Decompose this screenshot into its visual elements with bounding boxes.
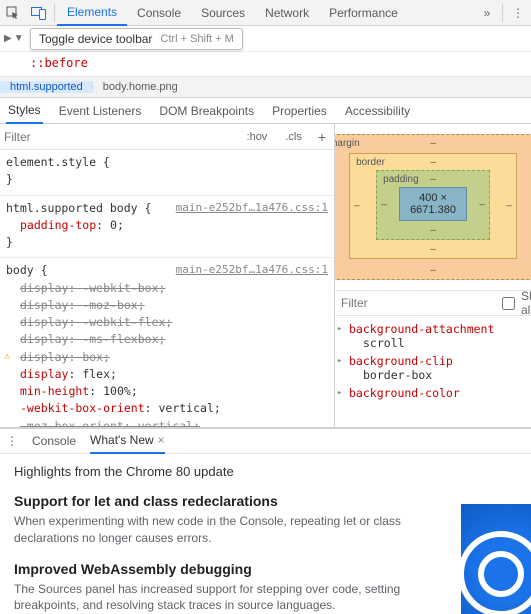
rule-selector[interactable]: body { — [6, 262, 48, 279]
kebab-menu-icon[interactable]: ⋮ — [505, 6, 531, 20]
tab-network[interactable]: Network — [255, 0, 319, 26]
styles-split: :hov .cls + element.style {}html.support… — [0, 124, 531, 428]
dom-pseudo-line[interactable]: ::before — [0, 52, 531, 76]
main-toolbar: Elements Console Sources Network Perform… — [0, 0, 531, 26]
computed-property[interactable]: ▸background-attachmentscroll — [335, 320, 531, 352]
declaration[interactable]: -webkit-box-orient: vertical; — [6, 400, 328, 417]
section-title[interactable]: Improved WebAssembly debugging — [14, 561, 517, 577]
separator — [502, 4, 503, 22]
hero-illustration — [461, 504, 531, 614]
ptab-styles[interactable]: Styles — [6, 98, 43, 124]
styles-filter-row: :hov .cls + — [0, 124, 334, 150]
rule-source-link[interactable]: main-e252bf…1a476.css:1 — [176, 262, 328, 279]
close-icon[interactable]: × — [158, 433, 165, 447]
declaration[interactable]: padding-top: 0; — [6, 217, 328, 234]
more-tabs-icon[interactable]: » — [474, 6, 500, 20]
section-body: When experimenting with new code in the … — [14, 513, 404, 547]
separator — [54, 4, 55, 22]
declaration[interactable]: min-height: 100%; — [6, 383, 328, 400]
drawer-body[interactable]: Highlights from the Chrome 80 update Sup… — [0, 454, 531, 614]
padding-bottom-val[interactable]: – — [430, 225, 436, 236]
declaration[interactable]: display: -moz-box; — [6, 297, 328, 314]
declaration[interactable]: display: -webkit-flex; — [6, 314, 328, 331]
style-rule[interactable]: element.style {} — [0, 150, 334, 196]
rules-list[interactable]: element.style {} html.supported body { mai… — [0, 150, 334, 427]
rule-source-link[interactable]: main-e252bf…1a476.css:1 — [176, 200, 328, 217]
computed-filter-row: Show all — [335, 290, 531, 316]
expand-icon[interactable]: ▼ — [14, 33, 24, 44]
padding-left-val[interactable]: – — [381, 200, 387, 211]
computed-pane: margin – – – – border – – – – padding – … — [335, 124, 531, 427]
box-padding-label: padding — [383, 174, 419, 185]
computed-list[interactable]: ▸background-attachmentscroll▸background-… — [335, 316, 531, 427]
declaration[interactable]: display: -ms-flexbox; — [6, 331, 328, 348]
rule-close-brace: } — [6, 171, 328, 188]
styles-panel-tabs: Styles Event Listeners DOM Breakpoints P… — [0, 98, 531, 124]
styles-pane: :hov .cls + element.style {}html.support… — [0, 124, 335, 427]
margin-top-val[interactable]: – — [430, 138, 436, 149]
section-body: The Sources panel has increased support … — [14, 581, 404, 614]
tab-console[interactable]: Console — [127, 0, 191, 26]
rule-selector[interactable]: html.supported body { — [6, 200, 151, 217]
show-all-label: Show all — [521, 289, 531, 317]
crumb-body[interactable]: body.home.png — [93, 81, 188, 93]
tab-performance[interactable]: Performance — [319, 0, 408, 26]
computed-property[interactable]: ▸background-color — [335, 384, 531, 402]
rule-close-brace: } — [6, 234, 328, 251]
border-bottom-val[interactable]: – — [430, 244, 436, 255]
computed-property[interactable]: ▸background-clipborder-box — [335, 352, 531, 384]
declaration[interactable]: -moz-box-orient: vertical; — [6, 418, 328, 428]
tab-elements[interactable]: Elements — [57, 0, 127, 26]
drawer-menu-icon[interactable]: ⋮ — [6, 434, 18, 448]
style-rule[interactable]: body {main-e252bf…1a476.css:1display: -w… — [0, 258, 334, 427]
declaration[interactable]: display: flex; — [6, 366, 328, 383]
drawer-tab-whats-new[interactable]: What's New × — [90, 428, 165, 454]
ptab-event-listeners[interactable]: Event Listeners — [57, 98, 144, 124]
whats-new-section: Improved WebAssembly debugging The Sourc… — [14, 561, 517, 614]
border-left-val[interactable]: – — [354, 201, 360, 212]
whats-new-headline: Highlights from the Chrome 80 update — [14, 464, 517, 479]
breadcrumb: html.supported body.home.png — [0, 76, 531, 98]
whats-new-section: Support for let and class redeclarations… — [14, 493, 517, 547]
border-top-val[interactable]: – — [430, 157, 436, 168]
rule-selector[interactable]: element.style { — [6, 154, 110, 171]
cls-toggle[interactable]: .cls — [279, 128, 308, 146]
ptab-properties[interactable]: Properties — [270, 98, 329, 124]
box-model[interactable]: margin – – – – border – – – – padding – … — [335, 124, 531, 290]
padding-right-val[interactable]: – — [479, 200, 485, 211]
show-all-checkbox[interactable] — [502, 297, 515, 310]
drawer-tab-label: What's New — [90, 433, 154, 447]
box-border-label: border — [356, 157, 385, 168]
crumb-html[interactable]: html.supported — [0, 81, 93, 93]
expand-icon[interactable]: ▶ — [4, 33, 12, 44]
ptab-accessibility[interactable]: Accessibility — [343, 98, 412, 124]
drawer-tab-console[interactable]: Console — [32, 428, 76, 454]
drawer-tabs: ⋮ Console What's New × — [0, 428, 531, 454]
declaration[interactable]: display: box; — [6, 349, 328, 366]
tooltip: Toggle device toolbar Ctrl + Shift + M — [30, 28, 243, 50]
border-right-val[interactable]: – — [506, 201, 512, 212]
padding-top-val[interactable]: – — [430, 174, 436, 185]
tooltip-shortcut: Ctrl + Shift + M — [160, 33, 233, 45]
tooltip-label: Toggle device toolbar — [39, 32, 152, 46]
tab-sources[interactable]: Sources — [191, 0, 255, 26]
declaration[interactable]: display: -webkit-box; — [6, 280, 328, 297]
device-toolbar-icon[interactable] — [26, 0, 52, 26]
box-margin-label: margin — [335, 138, 360, 149]
box-content-size[interactable]: 400 × 6671.380 — [399, 187, 467, 221]
section-title[interactable]: Support for let and class redeclarations — [14, 493, 517, 509]
pseudo-element: ::before — [30, 56, 88, 70]
inspect-icon[interactable] — [0, 0, 26, 26]
panel-tabs: Elements Console Sources Network Perform… — [57, 0, 408, 26]
hov-toggle[interactable]: :hov — [241, 128, 274, 146]
new-style-rule-icon[interactable]: + — [314, 129, 330, 145]
style-rule[interactable]: html.supported body { main-e252bf…1a476.c… — [0, 196, 334, 259]
margin-bottom-val[interactable]: – — [430, 265, 436, 276]
dom-tree-row: ▶ ▼ … Toggle device toolbar Ctrl + Shift… — [0, 26, 531, 52]
ptab-dom-breakpoints[interactable]: DOM Breakpoints — [157, 98, 256, 124]
computed-filter-input[interactable] — [341, 296, 496, 310]
styles-filter-input[interactable] — [4, 130, 235, 144]
